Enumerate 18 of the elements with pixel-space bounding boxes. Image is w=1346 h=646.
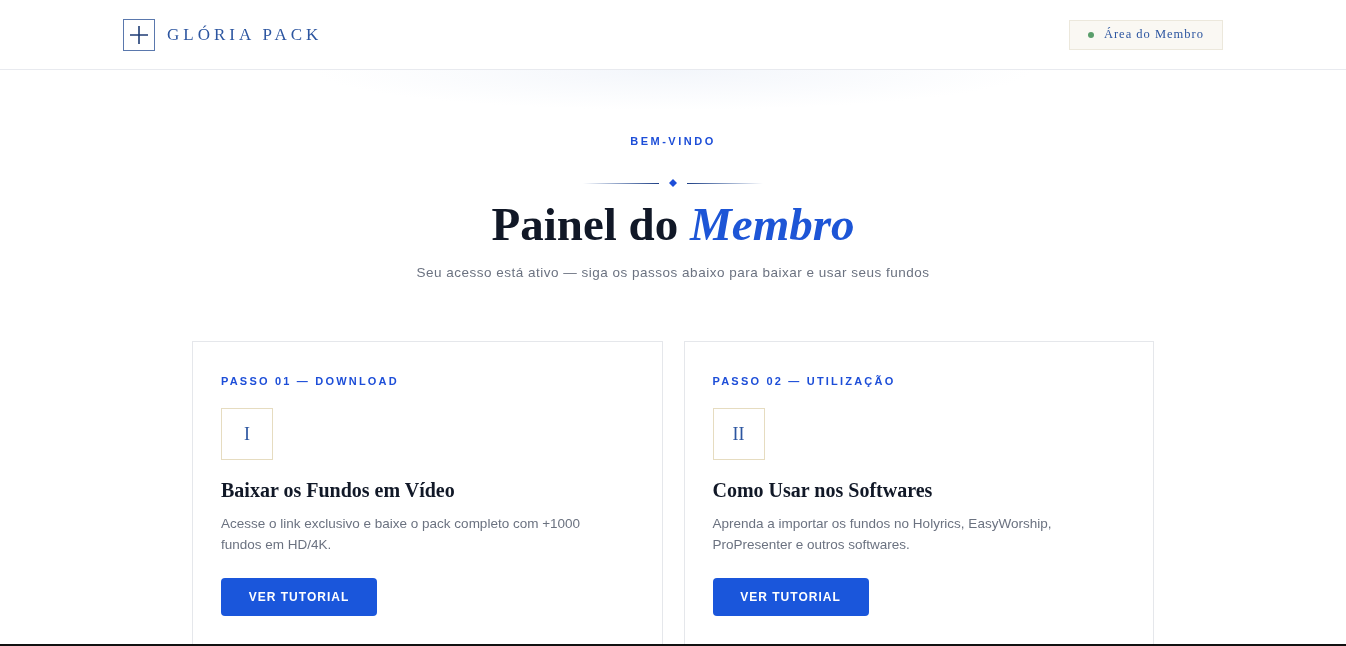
status-dot-icon	[1087, 31, 1094, 38]
plus-logo-icon	[123, 18, 155, 51]
page-subtitle: Seu acesso está ativo — siga os passos abaixo para baixar e usar seus fundos	[416, 264, 930, 282]
step-description: Aprenda a importar os fundos no Holyrics, EasyWorship, ProPresenter e outros softwares.	[712, 515, 1053, 554]
diamond-icon	[669, 179, 677, 187]
step-description: Acesse o link exclusivo e baixe o pack completo com +1000 fundos em HD/4K.	[221, 515, 582, 554]
step-numeral: I	[221, 408, 273, 460]
tutorial-button[interactable]: VER TUTORIAL	[712, 578, 869, 616]
brand-name: GLÓRIA PACK	[167, 23, 323, 46]
step-title: Como Usar nos Softwares	[712, 478, 933, 503]
member-area-label: Área do Membro	[1103, 26, 1204, 44]
page-title: Painel do Membro	[491, 197, 855, 251]
eyebrow-label: BEM-VINDO	[630, 134, 716, 148]
step-label: PASSO 02 — UTILIZAÇÃO	[712, 374, 896, 388]
step-numeral: II	[712, 408, 765, 460]
step-title: Baixar os Fundos em Vídeo	[221, 478, 455, 503]
step-label: PASSO 01 — DOWNLOAD	[221, 374, 399, 388]
tutorial-button[interactable]: VER TUTORIAL	[221, 578, 377, 616]
